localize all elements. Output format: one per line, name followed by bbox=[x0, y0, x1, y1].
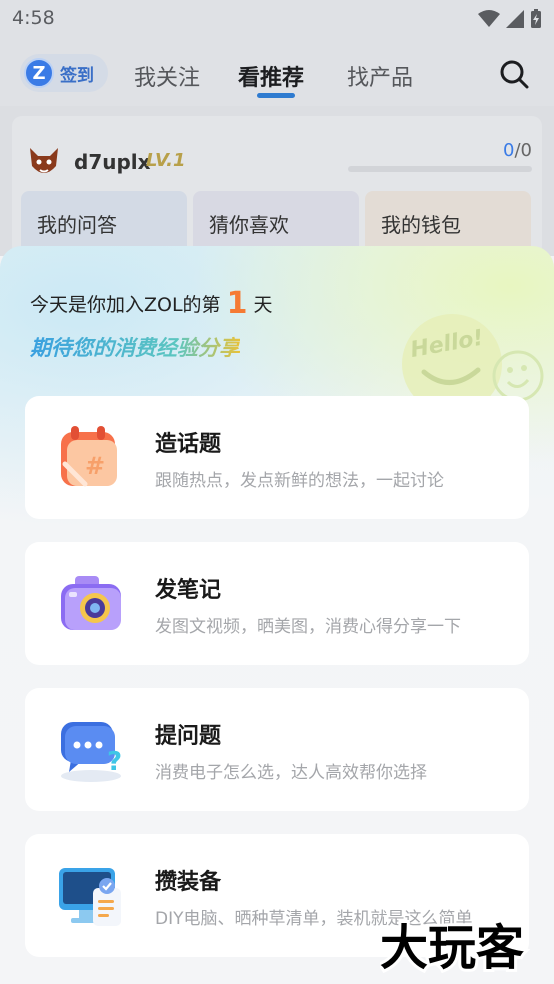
level-progress-bar bbox=[348, 166, 532, 172]
option-title: 发笔记 bbox=[155, 578, 222, 603]
checkin-label: 签到 bbox=[60, 65, 94, 86]
watermark-logo: 大玩客 大玩客 bbox=[380, 918, 527, 974]
status-bar: 4:58 bbox=[0, 0, 554, 40]
tab-following[interactable]: 我关注 bbox=[134, 60, 200, 92]
watermark-text: 大玩客 bbox=[380, 920, 524, 974]
option-description: 跟随热点，发点新鲜的想法，一起讨论 bbox=[155, 471, 444, 491]
progress-total: /0 bbox=[514, 140, 532, 161]
join-suffix: 天 bbox=[253, 294, 273, 316]
option-description: 消费电子怎么选，达人高效帮你选择 bbox=[155, 763, 427, 783]
slogan: 期待您的消费经验分享 bbox=[30, 332, 240, 362]
option-title: 攒装备 bbox=[155, 870, 222, 895]
status-time: 4:58 bbox=[12, 7, 55, 29]
hello-smiley-decoration: Hello! bbox=[402, 314, 544, 402]
option-title: 提问题 bbox=[155, 724, 222, 749]
monitor-checklist-icon bbox=[59, 868, 121, 926]
avatar[interactable] bbox=[28, 146, 60, 180]
level-badge: LV.1 bbox=[146, 150, 186, 171]
join-prefix: 今天是你加入ZOL的第 bbox=[30, 294, 221, 316]
progress-text: 0/0 bbox=[503, 140, 532, 161]
join-days-count: 1 bbox=[226, 286, 248, 321]
zol-logo-icon: Z bbox=[24, 58, 54, 88]
tab-recommended[interactable]: 看推荐 bbox=[238, 60, 304, 92]
top-nav-bar: Z 签到 我关注 看推荐 找产品 bbox=[0, 40, 554, 106]
question-chat-icon: ? bbox=[61, 722, 122, 782]
username: d7uplx bbox=[74, 150, 151, 174]
option-post-note[interactable]: 发笔记 发图文视频，晒美图，消费心得分享一下 bbox=[25, 542, 529, 665]
option-create-topic[interactable]: # 造话题 跟随热点，发点新鲜的想法，一起讨论 bbox=[25, 396, 529, 519]
option-ask-question[interactable]: ? 提问题 消费电子怎么选，达人高效帮你选择 bbox=[25, 688, 529, 811]
svg-text:?: ? bbox=[107, 747, 122, 777]
signal-icon bbox=[506, 10, 524, 28]
camera-icon bbox=[61, 576, 121, 630]
profile-card: d7uplx LV.1 0/0 我的问答 猜你喜欢 我的钱包 bbox=[12, 116, 542, 261]
join-days-text: 今天是你加入ZOL的第 1 天 bbox=[30, 286, 272, 321]
wifi-icon bbox=[478, 10, 500, 27]
progress-current: 0 bbox=[503, 140, 515, 161]
tab-find-products[interactable]: 找产品 bbox=[347, 60, 413, 92]
status-icons bbox=[478, 9, 542, 29]
active-tab-indicator bbox=[257, 93, 295, 98]
checkin-button[interactable]: Z 签到 bbox=[20, 54, 108, 92]
option-title: 造话题 bbox=[155, 432, 222, 457]
publish-bottom-sheet: 今天是你加入ZOL的第 1 天 期待您的消费经验分享 Hello! # 造话题 跟随… bbox=[0, 246, 554, 984]
calendar-hashtag-icon: # bbox=[61, 426, 117, 487]
option-description: 发图文视频，晒美图，消费心得分享一下 bbox=[155, 617, 461, 637]
svg-text:#: # bbox=[85, 452, 105, 480]
search-icon[interactable] bbox=[498, 58, 530, 90]
battery-icon bbox=[531, 9, 541, 28]
